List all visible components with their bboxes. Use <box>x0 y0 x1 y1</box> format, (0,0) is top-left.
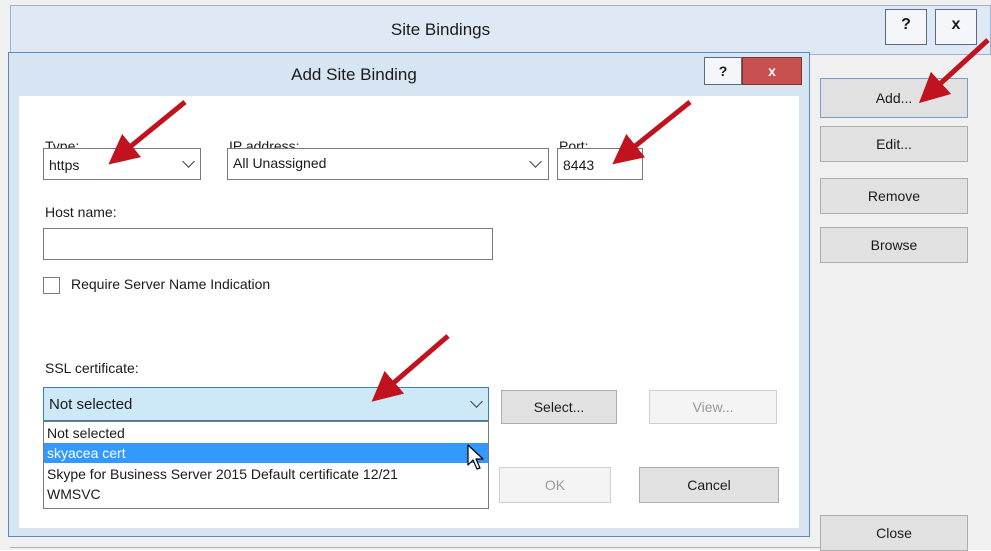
ssl-certificate-label: SSL certificate: <box>45 360 139 376</box>
type-value: https <box>49 157 80 173</box>
cancel-button[interactable]: Cancel <box>639 467 779 503</box>
dialog-close-button[interactable]: x <box>742 57 802 85</box>
dialog-title: Add Site Binding <box>291 65 417 84</box>
ip-address-select[interactable]: All Unassigned <box>227 148 549 180</box>
add-button[interactable]: Add... <box>820 78 968 118</box>
dropdown-option-highlighted[interactable]: skyacea cert <box>44 443 488 463</box>
divider <box>10 547 820 548</box>
browse-button[interactable]: Browse <box>820 227 968 263</box>
host-name-label: Host name: <box>45 204 117 220</box>
select-button[interactable]: Select... <box>501 390 617 424</box>
ok-button[interactable]: OK <box>499 467 611 503</box>
window-title: Site Bindings <box>390 20 491 39</box>
dropdown-option[interactable]: WMSVC <box>44 483 488 505</box>
view-button[interactable]: View... <box>649 390 777 424</box>
chevron-down-icon <box>470 395 483 408</box>
ssl-certificate-value: Not selected <box>49 396 133 413</box>
window-close-button[interactable]: x <box>935 9 977 45</box>
ssl-certificate-dropdown-list: Not selected skyacea cert Skype for Busi… <box>43 421 489 509</box>
edit-button[interactable]: Edit... <box>820 126 968 162</box>
dialog-help-button[interactable]: ? <box>704 57 742 85</box>
type-select[interactable]: https <box>43 148 201 180</box>
chevron-down-icon <box>182 155 195 168</box>
ip-address-value: All Unassigned <box>233 155 327 171</box>
help-button[interactable]: ? <box>885 9 927 45</box>
dialog-body: Type: https IP address: All Unassigned P… <box>19 96 799 528</box>
add-site-binding-dialog: Add Site Binding ? x Type: https IP addr… <box>8 52 810 537</box>
dropdown-option[interactable]: Skype for Business Server 2015 Default c… <box>44 463 488 485</box>
remove-button[interactable]: Remove <box>820 178 968 214</box>
close-button[interactable]: Close <box>820 515 968 551</box>
sni-checkbox[interactable] <box>43 277 60 294</box>
sni-label: Require Server Name Indication <box>71 276 271 292</box>
mouse-cursor-icon <box>467 444 484 470</box>
chevron-down-icon <box>529 155 542 168</box>
ssl-certificate-select[interactable]: Not selected <box>43 387 489 421</box>
port-value: 8443 <box>563 157 595 173</box>
dropdown-option[interactable]: Not selected <box>44 423 488 443</box>
port-input[interactable]: 8443 <box>557 148 643 180</box>
site-bindings-titlebar: Site Bindings ? x <box>10 5 991 55</box>
host-name-input[interactable] <box>43 228 493 260</box>
